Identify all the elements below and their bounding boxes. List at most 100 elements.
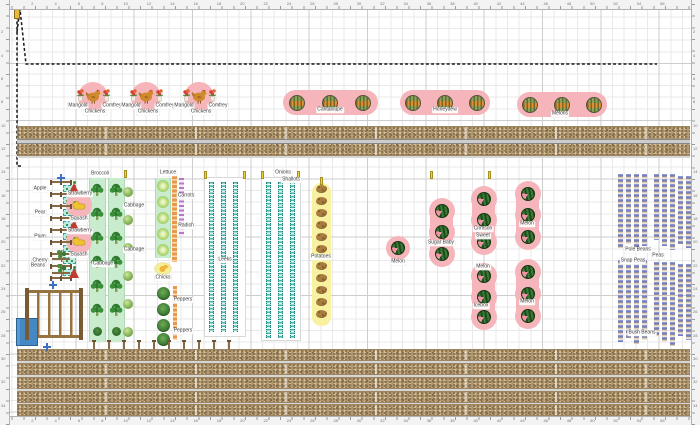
espalier-stake[interactable] (50, 241, 72, 243)
tilled-soil-row[interactable] (17, 377, 690, 389)
garden-stake-icon[interactable] (153, 340, 155, 349)
onion-seed-row[interactable] (233, 182, 238, 332)
plant-label: Peppers (173, 328, 194, 334)
tilled-soil-row[interactable] (17, 363, 690, 375)
ruler-number: 4 (55, 419, 57, 423)
pepper-bush-icon[interactable] (157, 287, 170, 300)
pea-bean-row[interactable] (678, 264, 683, 336)
pea-bean-row[interactable] (626, 174, 631, 244)
carrot-row-strip[interactable] (172, 176, 177, 262)
ruler-number: 34 (403, 2, 407, 6)
pea-bean-row[interactable] (662, 174, 667, 246)
gate-marker[interactable] (14, 9, 20, 19)
ruler-number: 12 (147, 2, 151, 6)
add-marker-icon[interactable] (57, 174, 65, 182)
plant-label: Melons (551, 111, 569, 117)
marker-stake-icon[interactable] (124, 170, 127, 178)
pepper-bush-icon[interactable] (157, 303, 170, 316)
garden-stake-icon[interactable] (213, 340, 215, 349)
pea-bean-row[interactable] (670, 174, 675, 250)
garden-stake-icon[interactable] (93, 340, 95, 349)
onion-seed-row[interactable] (290, 182, 295, 338)
pea-bean-row[interactable] (642, 260, 647, 340)
flower-plant-icon (155, 88, 164, 102)
ruler-number: 26 (1, 310, 5, 314)
ruler-number: 28 (1, 334, 5, 338)
ruler-number: 38 (450, 2, 454, 6)
ruler-number: 24 (287, 2, 291, 6)
garden-stake-icon[interactable] (138, 340, 140, 349)
ruler-number: 18 (1, 217, 5, 221)
pea-bean-row[interactable] (642, 174, 647, 246)
plant-label: Strawberry (67, 191, 93, 197)
ruler-number: 30 (357, 2, 361, 6)
plant-label: Melon (475, 264, 491, 270)
plant-label: Pole Beans (624, 247, 652, 253)
ruler-number: 48 (567, 2, 571, 6)
small-bush-plant-icon[interactable] (112, 327, 121, 336)
small-bush-plant-icon[interactable] (93, 327, 102, 336)
ruler-number: 40 (473, 419, 477, 423)
tilled-soil-row[interactable] (17, 391, 690, 403)
marker-stake-icon[interactable] (430, 171, 433, 179)
soil-path-upper[interactable] (17, 126, 690, 156)
onion-seed-row[interactable] (209, 182, 214, 332)
pea-bean-row[interactable] (634, 174, 639, 252)
tilled-soil-row[interactable] (17, 404, 690, 416)
onion-seed-row[interactable] (266, 182, 271, 338)
cabbage-plant-icon[interactable] (123, 271, 133, 281)
marker-stake-icon[interactable] (204, 171, 207, 179)
ruler-number: 26 (693, 310, 697, 314)
broccoli-plant-icon (109, 207, 123, 221)
ruler-number: 38 (450, 419, 454, 423)
ruler-number: 14 (170, 2, 174, 6)
garden-stake-icon[interactable] (183, 340, 185, 349)
marker-stake-icon[interactable] (261, 171, 264, 179)
cabbage-plant-icon[interactable] (123, 299, 133, 309)
ruler-number: 50 (590, 419, 594, 423)
garden-stake-icon[interactable] (198, 340, 200, 349)
garden-stake-icon[interactable] (108, 340, 110, 349)
ruler-number: 2 (693, 30, 695, 34)
pepper-bush-icon[interactable] (157, 319, 170, 332)
plant-label: Apple (33, 186, 48, 192)
marker-stake-icon[interactable] (243, 171, 246, 179)
ruler-number: 12 (147, 419, 151, 423)
tilled-soil-row[interactable] (17, 349, 690, 361)
ruler-number: 8 (693, 100, 695, 104)
add-marker-icon[interactable] (49, 281, 57, 289)
cabbage-plant-icon[interactable] (123, 327, 133, 337)
garden-stake-icon[interactable] (228, 340, 230, 349)
bean-vine-icon (53, 262, 71, 277)
plant-label: Sweet (475, 233, 491, 239)
add-marker-icon[interactable] (43, 343, 51, 351)
marker-stake-icon[interactable] (488, 171, 491, 179)
stake-knob (50, 180, 52, 185)
lettuce-plant-icon[interactable] (157, 196, 169, 208)
pea-bean-row[interactable] (654, 174, 659, 240)
garden-stake-icon[interactable] (123, 340, 125, 349)
pea-bean-row[interactable] (626, 260, 631, 338)
ruler-number: 36 (427, 2, 431, 6)
lettuce-plant-icon[interactable] (157, 212, 169, 224)
onion-seed-row[interactable] (278, 182, 283, 338)
garden-stake-icon[interactable] (168, 340, 170, 349)
ruler-number: 22 (263, 419, 267, 423)
stake-knob (60, 192, 62, 197)
lettuce-plant-icon[interactable] (157, 228, 169, 240)
pea-bean-row[interactable] (670, 262, 675, 346)
pea-bean-row[interactable] (678, 176, 683, 244)
pea-bean-row[interactable] (618, 260, 623, 342)
ruler-number: 46 (543, 2, 547, 6)
plant-label: Crimson (473, 226, 494, 232)
lettuce-plant-icon[interactable] (157, 180, 169, 192)
espalier-stake[interactable] (50, 205, 72, 207)
pea-bean-row[interactable] (654, 262, 659, 336)
marker-stake-icon[interactable] (320, 177, 323, 185)
lettuce-plant-icon[interactable] (157, 244, 169, 256)
pea-bean-row[interactable] (662, 262, 667, 342)
plant-label: Leeks (217, 257, 232, 263)
cabbage-plant-icon[interactable] (123, 187, 133, 197)
cabbage-plant-icon[interactable] (123, 215, 133, 225)
pea-bean-row[interactable] (618, 174, 623, 248)
